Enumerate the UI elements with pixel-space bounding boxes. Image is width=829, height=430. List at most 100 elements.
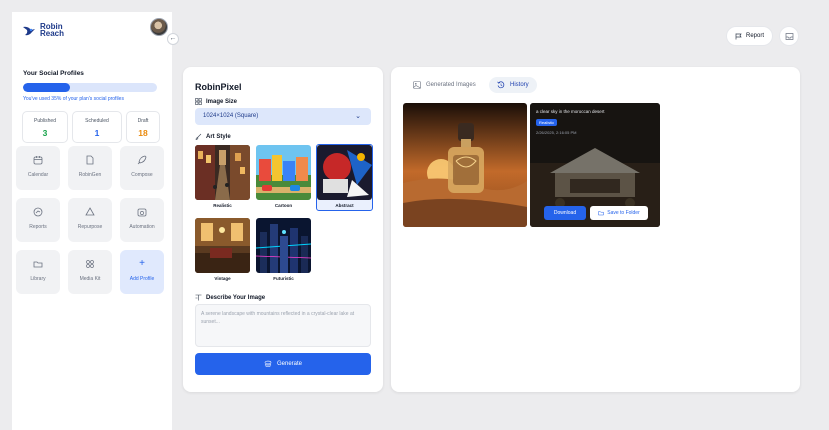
stat-draft[interactable]: Draft 18 <box>126 111 160 143</box>
art-style-cartoon[interactable]: Cartoon <box>256 145 311 208</box>
describe-image-input[interactable]: A serene landscape with mountains reflec… <box>195 304 371 347</box>
stat-value: 18 <box>138 128 148 138</box>
progress-fill <box>23 83 70 92</box>
nav-label: Automation <box>129 224 155 230</box>
history-image-card-hovered[interactable]: a clear sky in the moroccan desert Reali… <box>530 103 660 227</box>
nav-label: Compose <box>131 172 153 178</box>
notifications-button[interactable] <box>780 27 798 45</box>
calendar-clock-icon <box>137 208 147 217</box>
art-style-label: Art Style <box>206 133 231 140</box>
nav-calendar[interactable]: Calendar <box>16 146 60 190</box>
art-style-abstract[interactable]: Abstract <box>316 144 373 211</box>
futuristic-city-thumbnail <box>256 218 311 273</box>
style-badge: Realistic <box>536 119 558 126</box>
folder-icon <box>598 211 604 216</box>
text-icon <box>195 294 202 301</box>
perfume-bottle-image <box>403 103 527 227</box>
stat-value: 1 <box>94 128 100 138</box>
nav-label: Library <box>30 276 46 282</box>
brand-logo[interactable]: Robin Reach <box>22 23 65 38</box>
nav-label: Media Kit <box>79 276 101 282</box>
cartoon-town-thumbnail <box>256 145 311 200</box>
nav-automation[interactable]: Automation <box>120 198 164 242</box>
add-profile-button[interactable]: + Add Profile <box>120 250 164 294</box>
grid-icon <box>195 98 202 105</box>
nav-label: Add Profile <box>129 276 155 282</box>
vintage-room-thumbnail <box>195 218 250 273</box>
tab-label: History <box>510 82 529 88</box>
art-style-realistic[interactable]: Realistic <box>195 145 250 208</box>
collapse-sidebar-button[interactable]: ← <box>167 33 179 45</box>
nav-library[interactable]: Library <box>16 250 60 294</box>
stat-published[interactable]: Published 3 <box>22 111 68 143</box>
grid-icon <box>86 260 94 268</box>
art-style-futuristic[interactable]: Futuristic <box>256 218 311 281</box>
download-label: Download <box>553 210 577 216</box>
art-style-name: Futuristic <box>273 276 294 281</box>
generate-button[interactable]: Generate <box>195 353 371 375</box>
stat-scheduled[interactable]: Scheduled 1 <box>72 111 122 143</box>
flag-icon <box>735 33 742 39</box>
image-size-value: 1024×1024 (Square) <box>203 113 259 119</box>
report-label: Report <box>745 33 764 39</box>
tab-label: Generated Images <box>426 82 476 88</box>
inbox-icon <box>785 32 793 40</box>
nav-media-kit[interactable]: Media Kit <box>68 250 112 294</box>
nav-compose[interactable]: Compose <box>120 146 164 190</box>
sidebar: Robin Reach ← Your Social Profiles You'v… <box>12 12 179 430</box>
describe-heading: Describe Your Image <box>195 294 265 301</box>
nav-label: Repurpose <box>77 224 103 230</box>
art-style-name: Abstract <box>335 203 354 208</box>
generator-title: RobinPixel <box>195 82 242 92</box>
stat-label: Scheduled <box>85 118 109 124</box>
save-to-folder-label: Save to Folder <box>607 210 640 216</box>
art-style-name: Vintage <box>214 276 231 281</box>
nav-label: Calendar <box>27 172 49 178</box>
history-date: 2/26/2025, 2:16:05 PM <box>536 130 577 135</box>
download-button[interactable]: Download <box>544 206 586 220</box>
save-to-folder-button[interactable]: Save to Folder <box>590 206 648 220</box>
history-icon <box>497 81 505 89</box>
layers-icon <box>264 360 272 367</box>
brush-icon <box>195 133 202 140</box>
image-icon <box>413 81 421 89</box>
image-size-heading: Image Size <box>195 98 237 105</box>
chevron-left-icon: ← <box>169 35 177 42</box>
stat-label: Published <box>34 118 56 124</box>
image-size-select[interactable]: 1024×1024 (Square) ⌄ <box>195 108 371 125</box>
abstract-art-thumbnail <box>317 145 372 200</box>
robin-bird-icon <box>22 24 36 36</box>
folder-icon <box>33 261 43 268</box>
art-style-name: Cartoon <box>274 203 293 208</box>
rocket-icon <box>137 155 147 165</box>
nav-reports[interactable]: Reports <box>16 198 60 242</box>
calendar-icon <box>33 156 43 165</box>
art-style-name: Realistic <box>213 203 232 208</box>
image-size-label: Image Size <box>206 98 238 105</box>
recycle-icon <box>85 207 95 216</box>
generator-panel: RobinPixel Image Size 1024×1024 (Square)… <box>183 67 383 392</box>
social-profiles-title: Your Social Profiles <box>23 70 84 77</box>
art-style-heading: Art Style <box>195 133 231 140</box>
generate-label: Generate <box>276 361 303 367</box>
realistic-street-thumbnail <box>195 145 250 200</box>
report-button[interactable]: Report <box>727 27 772 45</box>
chart-circle-icon <box>33 207 43 217</box>
plus-icon: + <box>139 258 145 269</box>
nav-label: RobinGen <box>78 172 102 178</box>
nav-label: Reports <box>29 224 47 230</box>
history-prompt: a clear sky in the moroccan desert <box>536 109 605 114</box>
brand-name-line2: Reach <box>40 29 65 38</box>
chevron-down-icon: ⌄ <box>355 113 361 120</box>
tab-history[interactable]: History <box>489 77 537 93</box>
nav-repurpose[interactable]: Repurpose <box>68 198 112 242</box>
results-panel: Generated Images History a clear sky in … <box>391 67 800 392</box>
nav-robingen[interactable]: RobinGen <box>68 146 112 190</box>
user-avatar[interactable] <box>150 18 168 36</box>
tab-generated-images[interactable]: Generated Images <box>405 77 484 93</box>
stat-value: 3 <box>42 128 48 138</box>
describe-placeholder: A serene landscape with mountains reflec… <box>201 311 355 325</box>
history-image-card[interactable] <box>403 103 527 227</box>
document-icon <box>86 155 94 165</box>
art-style-vintage[interactable]: Vintage <box>195 218 250 281</box>
